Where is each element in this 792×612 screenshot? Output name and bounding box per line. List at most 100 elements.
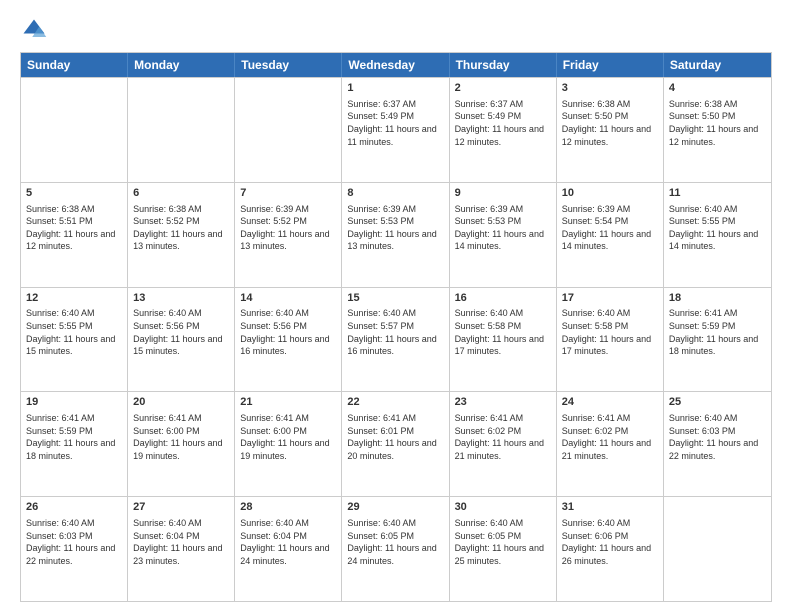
day-number: 27 — [133, 500, 229, 515]
calendar-empty-cell — [664, 497, 771, 601]
calendar-day-16: 16Sunrise: 6:40 AM Sunset: 5:58 PM Dayli… — [450, 288, 557, 392]
page: SundayMondayTuesdayWednesdayThursdayFrid… — [0, 0, 792, 612]
calendar-day-9: 9 Sunrise: 6:39 AM Sunset: 5:53 PM Daylig… — [450, 183, 557, 287]
calendar-day-21: 21 Sunrise: 6:41 AM Sunset: 6:00 PM Dayli… — [235, 392, 342, 496]
header — [20, 16, 772, 44]
day-info: Sunrise: 6:40 AM Sunset: 5:55 PM Dayligh… — [26, 307, 122, 357]
calendar-day-25: 25 Sunrise: 6:40 AM Sunset: 6:03 PM Dayli… — [664, 392, 771, 496]
calendar-day-17: 17Sunrise: 6:40 AM Sunset: 5:58 PM Dayli… — [557, 288, 664, 392]
day-info: Sunrise: 6:40 AM Sunset: 6:04 PM Dayligh… — [133, 517, 229, 567]
day-info: Sunrise: 6:39 AM Sunset: 5:53 PM Dayligh… — [347, 203, 443, 253]
calendar-header-wednesday: Wednesday — [342, 53, 449, 77]
day-info: Sunrise: 6:40 AM Sunset: 6:03 PM Dayligh… — [669, 412, 766, 462]
calendar-header-thursday: Thursday — [450, 53, 557, 77]
day-number: 2 — [455, 81, 551, 96]
day-number: 3 — [562, 81, 658, 96]
calendar-day-24: 24 Sunrise: 6:41 AM Sunset: 6:02 PM Dayli… — [557, 392, 664, 496]
day-info: Sunrise: 6:40 AM Sunset: 5:56 PM Dayligh… — [133, 307, 229, 357]
calendar-day-30: 30 Sunrise: 6:40 AM Sunset: 6:05 PM Dayli… — [450, 497, 557, 601]
day-info: Sunrise: 6:39 AM Sunset: 5:53 PM Dayligh… — [455, 203, 551, 253]
day-info: Sunrise: 6:41 AM Sunset: 6:02 PM Dayligh… — [562, 412, 658, 462]
day-info: Sunrise: 6:40 AM Sunset: 6:03 PM Dayligh… — [26, 517, 122, 567]
day-number: 9 — [455, 186, 551, 201]
day-info: Sunrise: 6:37 AM Sunset: 5:49 PM Dayligh… — [347, 98, 443, 148]
day-info: Sunrise: 6:40 AM Sunset: 6:05 PM Dayligh… — [455, 517, 551, 567]
day-number: 1 — [347, 81, 443, 96]
calendar-week-4: 19Sunrise: 6:41 AM Sunset: 5:59 PM Dayli… — [21, 391, 771, 496]
calendar-header-saturday: Saturday — [664, 53, 771, 77]
day-number: 21 — [240, 395, 336, 410]
day-number: 25 — [669, 395, 766, 410]
day-number: 15 — [347, 291, 443, 306]
day-number: 29 — [347, 500, 443, 515]
logo-icon — [20, 16, 48, 44]
calendar-body: 1 Sunrise: 6:37 AM Sunset: 5:49 PM Daylig… — [21, 77, 771, 601]
calendar-day-6: 6 Sunrise: 6:38 AM Sunset: 5:52 PM Daylig… — [128, 183, 235, 287]
day-number: 5 — [26, 186, 122, 201]
day-number: 11 — [669, 186, 766, 201]
calendar-day-13: 13Sunrise: 6:40 AM Sunset: 5:56 PM Dayli… — [128, 288, 235, 392]
calendar-week-2: 5 Sunrise: 6:38 AM Sunset: 5:51 PM Daylig… — [21, 182, 771, 287]
calendar-day-23: 23 Sunrise: 6:41 AM Sunset: 6:02 PM Dayli… — [450, 392, 557, 496]
calendar-header-tuesday: Tuesday — [235, 53, 342, 77]
day-info: Sunrise: 6:40 AM Sunset: 5:57 PM Dayligh… — [347, 307, 443, 357]
day-number: 12 — [26, 291, 122, 306]
calendar-week-3: 12Sunrise: 6:40 AM Sunset: 5:55 PM Dayli… — [21, 287, 771, 392]
calendar-day-15: 15Sunrise: 6:40 AM Sunset: 5:57 PM Dayli… — [342, 288, 449, 392]
day-info: Sunrise: 6:38 AM Sunset: 5:51 PM Dayligh… — [26, 203, 122, 253]
day-number: 13 — [133, 291, 229, 306]
day-number: 6 — [133, 186, 229, 201]
calendar-header-sunday: Sunday — [21, 53, 128, 77]
day-number: 18 — [669, 291, 766, 306]
day-number: 26 — [26, 500, 122, 515]
calendar-day-11: 11 Sunrise: 6:40 AM Sunset: 5:55 PM Dayli… — [664, 183, 771, 287]
day-number: 7 — [240, 186, 336, 201]
calendar-empty-cell — [21, 78, 128, 182]
day-info: Sunrise: 6:38 AM Sunset: 5:50 PM Dayligh… — [562, 98, 658, 148]
logo — [20, 16, 52, 44]
day-number: 4 — [669, 81, 766, 96]
calendar-day-28: 28 Sunrise: 6:40 AM Sunset: 6:04 PM Dayli… — [235, 497, 342, 601]
day-info: Sunrise: 6:38 AM Sunset: 5:52 PM Dayligh… — [133, 203, 229, 253]
calendar-day-8: 8 Sunrise: 6:39 AM Sunset: 5:53 PM Daylig… — [342, 183, 449, 287]
calendar-day-10: 10 Sunrise: 6:39 AM Sunset: 5:54 PM Dayli… — [557, 183, 664, 287]
calendar: SundayMondayTuesdayWednesdayThursdayFrid… — [20, 52, 772, 602]
day-info: Sunrise: 6:40 AM Sunset: 5:58 PM Dayligh… — [455, 307, 551, 357]
day-info: Sunrise: 6:41 AM Sunset: 5:59 PM Dayligh… — [26, 412, 122, 462]
calendar-empty-cell — [128, 78, 235, 182]
calendar-day-19: 19Sunrise: 6:41 AM Sunset: 5:59 PM Dayli… — [21, 392, 128, 496]
day-info: Sunrise: 6:40 AM Sunset: 6:04 PM Dayligh… — [240, 517, 336, 567]
calendar-day-22: 22Sunrise: 6:41 AM Sunset: 6:01 PM Dayli… — [342, 392, 449, 496]
day-info: Sunrise: 6:40 AM Sunset: 5:55 PM Dayligh… — [669, 203, 766, 253]
day-info: Sunrise: 6:39 AM Sunset: 5:54 PM Dayligh… — [562, 203, 658, 253]
day-number: 10 — [562, 186, 658, 201]
calendar-day-26: 26 Sunrise: 6:40 AM Sunset: 6:03 PM Dayli… — [21, 497, 128, 601]
calendar-day-7: 7Sunrise: 6:39 AM Sunset: 5:52 PM Daylig… — [235, 183, 342, 287]
day-info: Sunrise: 6:41 AM Sunset: 6:00 PM Dayligh… — [133, 412, 229, 462]
calendar-day-2: 2Sunrise: 6:37 AM Sunset: 5:49 PM Daylig… — [450, 78, 557, 182]
day-number: 23 — [455, 395, 551, 410]
calendar-day-3: 3 Sunrise: 6:38 AM Sunset: 5:50 PM Daylig… — [557, 78, 664, 182]
day-number: 16 — [455, 291, 551, 306]
calendar-day-5: 5 Sunrise: 6:38 AM Sunset: 5:51 PM Daylig… — [21, 183, 128, 287]
day-number: 8 — [347, 186, 443, 201]
day-number: 30 — [455, 500, 551, 515]
day-number: 28 — [240, 500, 336, 515]
day-info: Sunrise: 6:40 AM Sunset: 5:56 PM Dayligh… — [240, 307, 336, 357]
day-info: Sunrise: 6:40 AM Sunset: 5:58 PM Dayligh… — [562, 307, 658, 357]
day-number: 17 — [562, 291, 658, 306]
day-number: 31 — [562, 500, 658, 515]
day-info: Sunrise: 6:41 AM Sunset: 6:02 PM Dayligh… — [455, 412, 551, 462]
calendar-day-27: 27 Sunrise: 6:40 AM Sunset: 6:04 PM Dayli… — [128, 497, 235, 601]
calendar-week-1: 1 Sunrise: 6:37 AM Sunset: 5:49 PM Daylig… — [21, 77, 771, 182]
day-info: Sunrise: 6:41 AM Sunset: 6:00 PM Dayligh… — [240, 412, 336, 462]
day-info: Sunrise: 6:41 AM Sunset: 5:59 PM Dayligh… — [669, 307, 766, 357]
calendar-day-1: 1 Sunrise: 6:37 AM Sunset: 5:49 PM Daylig… — [342, 78, 449, 182]
calendar-week-5: 26 Sunrise: 6:40 AM Sunset: 6:03 PM Dayli… — [21, 496, 771, 601]
day-number: 20 — [133, 395, 229, 410]
day-number: 14 — [240, 291, 336, 306]
day-number: 22 — [347, 395, 443, 410]
calendar-header-monday: Monday — [128, 53, 235, 77]
calendar-day-14: 14Sunrise: 6:40 AM Sunset: 5:56 PM Dayli… — [235, 288, 342, 392]
day-number: 24 — [562, 395, 658, 410]
